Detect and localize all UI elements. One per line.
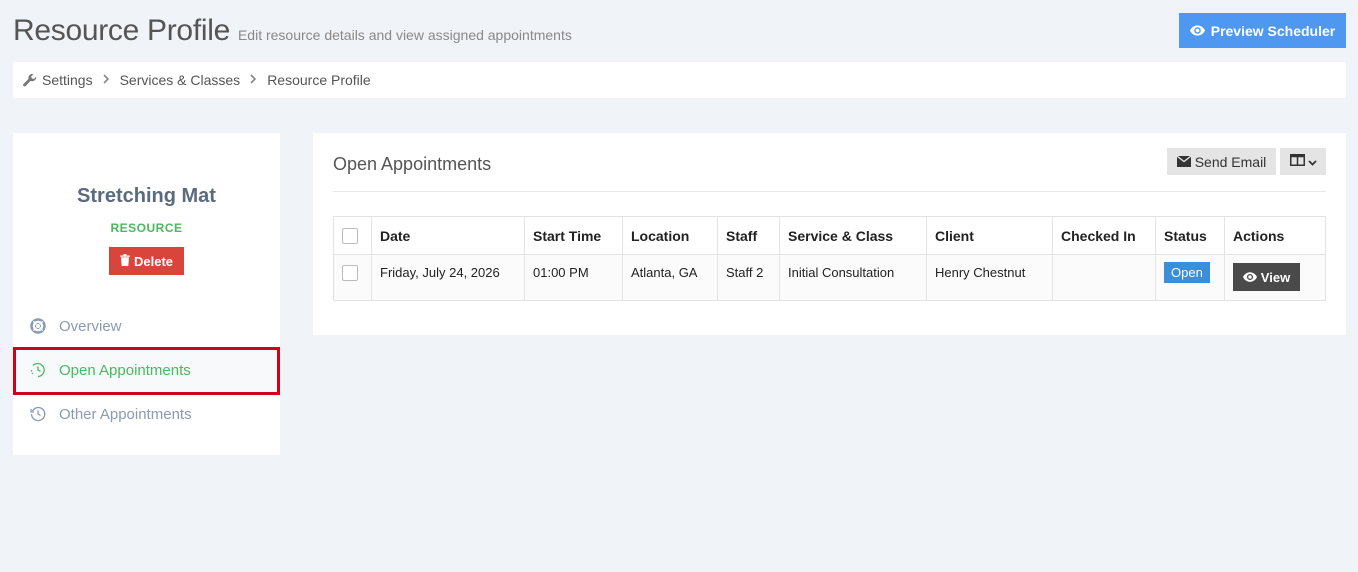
delete-button[interactable]: Delete	[109, 247, 184, 275]
trash-icon	[119, 253, 130, 269]
view-button[interactable]: View	[1233, 263, 1300, 291]
eye-icon	[1242, 270, 1257, 285]
sidebar-item-label: Overview	[59, 317, 122, 335]
panel-title: Open Appointments	[333, 154, 492, 174]
column-header-service-class[interactable]: Service & Class	[779, 216, 927, 255]
cell-start-time: 01:00 PM	[524, 254, 623, 301]
sidebar-item-other-appointments[interactable]: Other Appointments	[13, 392, 280, 436]
resource-sidebar: Stretching Mat RESOURCE Delete Overview …	[13, 133, 280, 455]
lifebuoy-icon	[30, 318, 46, 334]
breadcrumb: Settings Services & Classes Resource Pro…	[13, 62, 1346, 98]
send-email-button[interactable]: Send Email	[1167, 148, 1276, 175]
cell-staff: Staff 2	[717, 254, 780, 301]
chevron-down-icon	[1307, 154, 1317, 169]
clock-icon	[30, 362, 46, 378]
sidebar-nav: Overview Open Appointments Other Appoint…	[13, 304, 280, 436]
chevron-right-icon	[250, 73, 257, 87]
column-header-client[interactable]: Client	[926, 216, 1053, 255]
row-select-cell	[333, 254, 372, 301]
cell-service: Initial Consultation	[779, 254, 927, 301]
cell-location: Atlanta, GA	[622, 254, 718, 301]
select-all-cell	[333, 216, 372, 255]
page-header: Resource Profile Edit resource details a…	[13, 14, 572, 50]
column-header-staff[interactable]: Staff	[717, 216, 780, 255]
column-header-start-time[interactable]: Start Time	[524, 216, 623, 255]
cell-status: Open	[1155, 254, 1225, 301]
sidebar-item-overview[interactable]: Overview	[13, 304, 280, 348]
column-header-actions: Actions	[1224, 216, 1326, 255]
envelope-icon	[1176, 154, 1192, 170]
column-header-location[interactable]: Location	[622, 216, 718, 255]
panel-divider	[333, 191, 1326, 192]
cell-checked-in	[1052, 254, 1156, 301]
cell-date: Friday, July 24, 2026	[371, 254, 525, 301]
appointments-table: Date Start Time Location Staff Service &…	[333, 216, 1326, 301]
breadcrumb-resource-profile: Resource Profile	[267, 72, 371, 88]
column-header-status[interactable]: Status	[1155, 216, 1225, 255]
breadcrumb-services-classes[interactable]: Services & Classes	[120, 72, 241, 88]
delete-label: Delete	[133, 253, 174, 269]
column-header-date[interactable]: Date	[371, 216, 525, 255]
eye-icon	[1189, 23, 1205, 39]
preview-scheduler-label: Preview Scheduler	[1210, 22, 1336, 39]
column-toggle-button[interactable]	[1280, 148, 1326, 175]
table-header-row: Date Start Time Location Staff Service &…	[333, 216, 1326, 255]
view-label: View	[1260, 269, 1291, 285]
breadcrumb-settings[interactable]: Settings	[42, 72, 93, 88]
chevron-right-icon	[103, 73, 110, 87]
select-all-checkbox[interactable]	[342, 228, 358, 245]
page-subtitle: Edit resource details and view assigned …	[237, 27, 572, 43]
page-title: Resource Profile	[13, 14, 230, 47]
preview-scheduler-button[interactable]: Preview Scheduler	[1179, 13, 1346, 48]
sidebar-item-open-appointments[interactable]: Open Appointments	[13, 348, 280, 392]
status-badge: Open	[1164, 262, 1210, 283]
column-header-checked-in[interactable]: Checked In	[1052, 216, 1156, 255]
table-row: Friday, July 24, 2026 01:00 PM Atlanta, …	[333, 254, 1326, 301]
sidebar-item-label: Other Appointments	[59, 405, 192, 423]
resource-name: Stretching Mat	[77, 185, 216, 207]
sidebar-item-label: Open Appointments	[59, 361, 191, 379]
cell-client: Henry Chestnut	[926, 254, 1053, 301]
wrench-icon	[23, 73, 37, 87]
columns-icon	[1289, 154, 1305, 169]
resource-type-label: RESOURCE	[110, 221, 183, 235]
open-appointments-panel: Open Appointments Send Email Date Start …	[313, 133, 1346, 335]
cell-actions: View	[1224, 254, 1326, 301]
row-checkbox[interactable]	[342, 265, 358, 281]
history-icon	[30, 406, 46, 422]
send-email-label: Send Email	[1194, 153, 1267, 170]
